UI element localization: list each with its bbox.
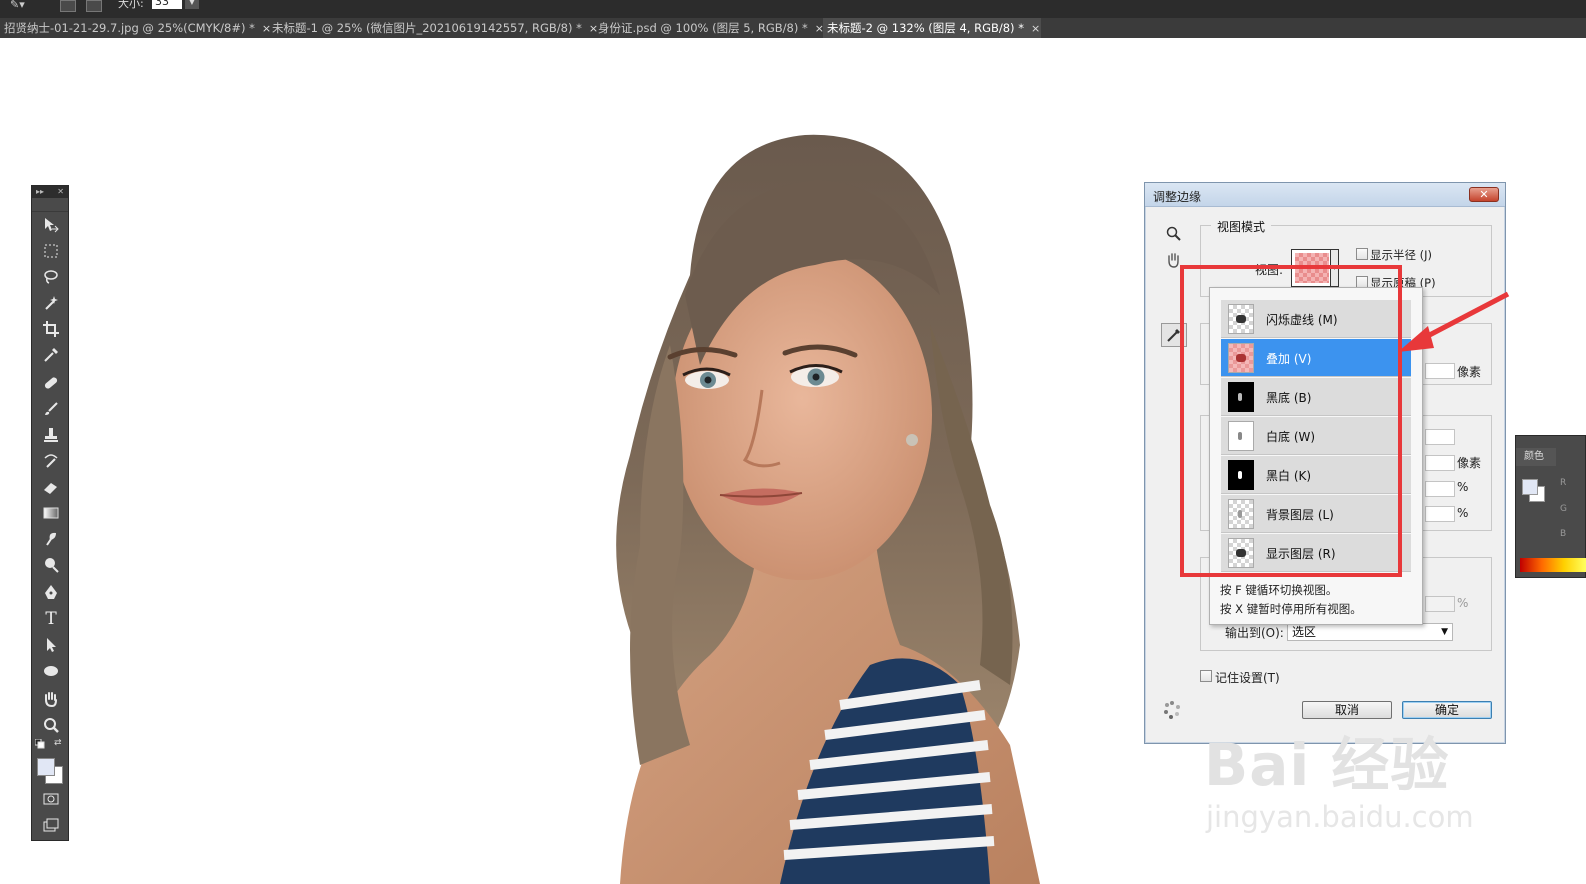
foreground-color-swatch[interactable] — [1522, 479, 1538, 495]
path-selection-tool-icon[interactable] — [39, 634, 63, 656]
eyedropper-tool-icon[interactable] — [39, 344, 63, 366]
ok-button[interactable]: 确定 — [1402, 701, 1492, 719]
size-dropdown-icon[interactable]: ▼ — [185, 0, 199, 9]
gradient-tool-icon[interactable] — [39, 502, 63, 524]
size-label: 大小: — [118, 0, 144, 10]
document-tab[interactable]: 招贤纳士-01-21-29.7.jpg @ 25%(CMYK/8#) * × — [0, 18, 271, 38]
document-tab-bar: 招贤纳士-01-21-29.7.jpg @ 25%(CMYK/8#) * × 未标… — [0, 18, 1586, 38]
document-tab[interactable]: 身份证.psd @ 100% (图层 5, RGB/8) * × — [594, 18, 824, 38]
screen-mode-icon[interactable] — [39, 814, 63, 836]
watermark-brand: Bai 经验 — [1204, 731, 1450, 799]
contrast-input[interactable] — [1425, 481, 1455, 497]
hand-tool-icon[interactable] — [39, 688, 63, 710]
default-colors-icon[interactable] — [34, 738, 45, 749]
shift-edge-unit: % — [1457, 506, 1469, 520]
color-panel: 颜色 R G B — [1515, 435, 1586, 578]
watermark-url: jingyan.baidu.com — [1206, 800, 1474, 834]
channel-g-label: G — [1560, 504, 1567, 514]
output-to-value: 选区 — [1292, 625, 1317, 639]
eraser-tool-icon[interactable] — [39, 476, 63, 498]
type-tool-icon[interactable]: T — [39, 608, 63, 630]
radius-input[interactable] — [1425, 363, 1455, 379]
cancel-button[interactable]: 取消 — [1302, 701, 1392, 719]
smooth-input[interactable] — [1425, 429, 1455, 445]
healing-brush-tool-icon[interactable] — [39, 372, 63, 394]
marquee-tool-icon[interactable] — [39, 240, 63, 262]
dialog-close-button[interactable]: ✕ — [1469, 187, 1499, 202]
tab-label: 未标题-2 @ 132% (图层 4, RGB/8) * — [827, 21, 1024, 35]
cycle-view-hint: 按 F 键循环切换视图。 — [1220, 583, 1338, 597]
channel-r-label: R — [1560, 478, 1567, 488]
document-tab[interactable]: 未标题-1 @ 25% (微信图片_20210619142557, RGB/8)… — [268, 18, 598, 38]
dodge-tool-icon[interactable] — [39, 554, 63, 576]
zoom-tool-icon[interactable] — [39, 714, 63, 736]
disable-view-hint: 按 X 键暂时停用所有视图。 — [1220, 602, 1362, 616]
feather-input[interactable] — [1425, 455, 1455, 471]
brush-add-icon[interactable] — [60, 0, 76, 12]
color-panel-tab[interactable]: 颜色 — [1516, 448, 1556, 466]
history-brush-tool-icon[interactable] — [39, 450, 63, 472]
canvas-portrait-image — [540, 125, 1060, 884]
highlight-box — [1180, 265, 1402, 577]
brush-subtract-icon[interactable] — [86, 0, 102, 12]
zoom-icon[interactable] — [1163, 223, 1185, 245]
color-ramp[interactable] — [1520, 558, 1586, 572]
baidu-jingyan-watermark: Bai 经验 jingyan.baidu.com — [1196, 718, 1496, 842]
ellipse-tool-icon[interactable] — [39, 660, 63, 682]
show-radius-checkbox[interactable] — [1356, 248, 1368, 260]
quick-mask-icon[interactable] — [39, 788, 63, 810]
channel-b-label: B — [1560, 529, 1567, 539]
view-mode-group-label: 视图模式 — [1211, 218, 1272, 235]
feather-unit: 像素 — [1457, 456, 1482, 470]
options-bar: ✎▾ 大小: 33 ▼ — [0, 0, 1586, 18]
crop-tool-icon[interactable] — [39, 318, 63, 340]
tab-label: 身份证.psd @ 100% (图层 5, RGB/8) * — [598, 21, 808, 35]
tools-panel: ▸▸ ✕ T ⇄ — [31, 185, 69, 841]
dialog-titlebar[interactable]: 调整边缘 ✕ — [1145, 183, 1505, 207]
close-icon[interactable]: ✕ — [57, 186, 64, 198]
annotation-arrow-icon — [1398, 291, 1510, 352]
contrast-unit: % — [1457, 480, 1469, 494]
panel-grip[interactable] — [32, 198, 68, 212]
tab-label: 招贤纳士-01-21-29.7.jpg @ 25%(CMYK/8#) * — [4, 21, 255, 35]
shift-edge-input[interactable] — [1425, 506, 1455, 522]
smudge-tool-icon[interactable] — [39, 528, 63, 550]
foreground-color-swatch[interactable] — [37, 758, 55, 776]
amount-unit: % — [1457, 596, 1469, 610]
remember-settings-label: 记住设置(T) — [1215, 671, 1280, 685]
document-tab-active[interactable]: 未标题-2 @ 132% (图层 4, RGB/8) * × — [823, 18, 1041, 38]
chevron-down-icon: ▼ — [1441, 627, 1448, 637]
tool-preset-icon[interactable]: ✎▾ — [10, 0, 30, 12]
dialog-title: 调整边缘 — [1153, 190, 1202, 204]
clone-stamp-tool-icon[interactable] — [39, 424, 63, 446]
output-to-label: 输出到(O): — [1225, 626, 1284, 640]
size-input[interactable]: 33 — [152, 0, 182, 9]
loading-spinner-icon — [1161, 699, 1183, 721]
tools-panel-header[interactable]: ▸▸ ✕ — [32, 186, 68, 198]
tab-label: 未标题-1 @ 25% (微信图片_20210619142557, RGB/8)… — [272, 21, 582, 35]
lasso-tool-icon[interactable] — [39, 266, 63, 288]
radius-unit: 像素 — [1457, 365, 1482, 379]
show-radius-label: 显示半径 (J) — [1370, 248, 1433, 262]
quick-selection-tool-icon[interactable] — [39, 292, 63, 314]
pen-tool-icon[interactable] — [39, 582, 63, 604]
brush-tool-icon[interactable] — [39, 398, 63, 420]
output-to-select[interactable]: 选区 ▼ — [1287, 623, 1453, 641]
move-tool-icon[interactable] — [39, 214, 63, 236]
remember-settings-checkbox[interactable] — [1200, 670, 1212, 682]
tab-close-icon[interactable]: × — [1031, 22, 1040, 35]
swap-colors-icon[interactable]: ⇄ — [54, 738, 64, 748]
amount-input[interactable] — [1425, 596, 1455, 612]
